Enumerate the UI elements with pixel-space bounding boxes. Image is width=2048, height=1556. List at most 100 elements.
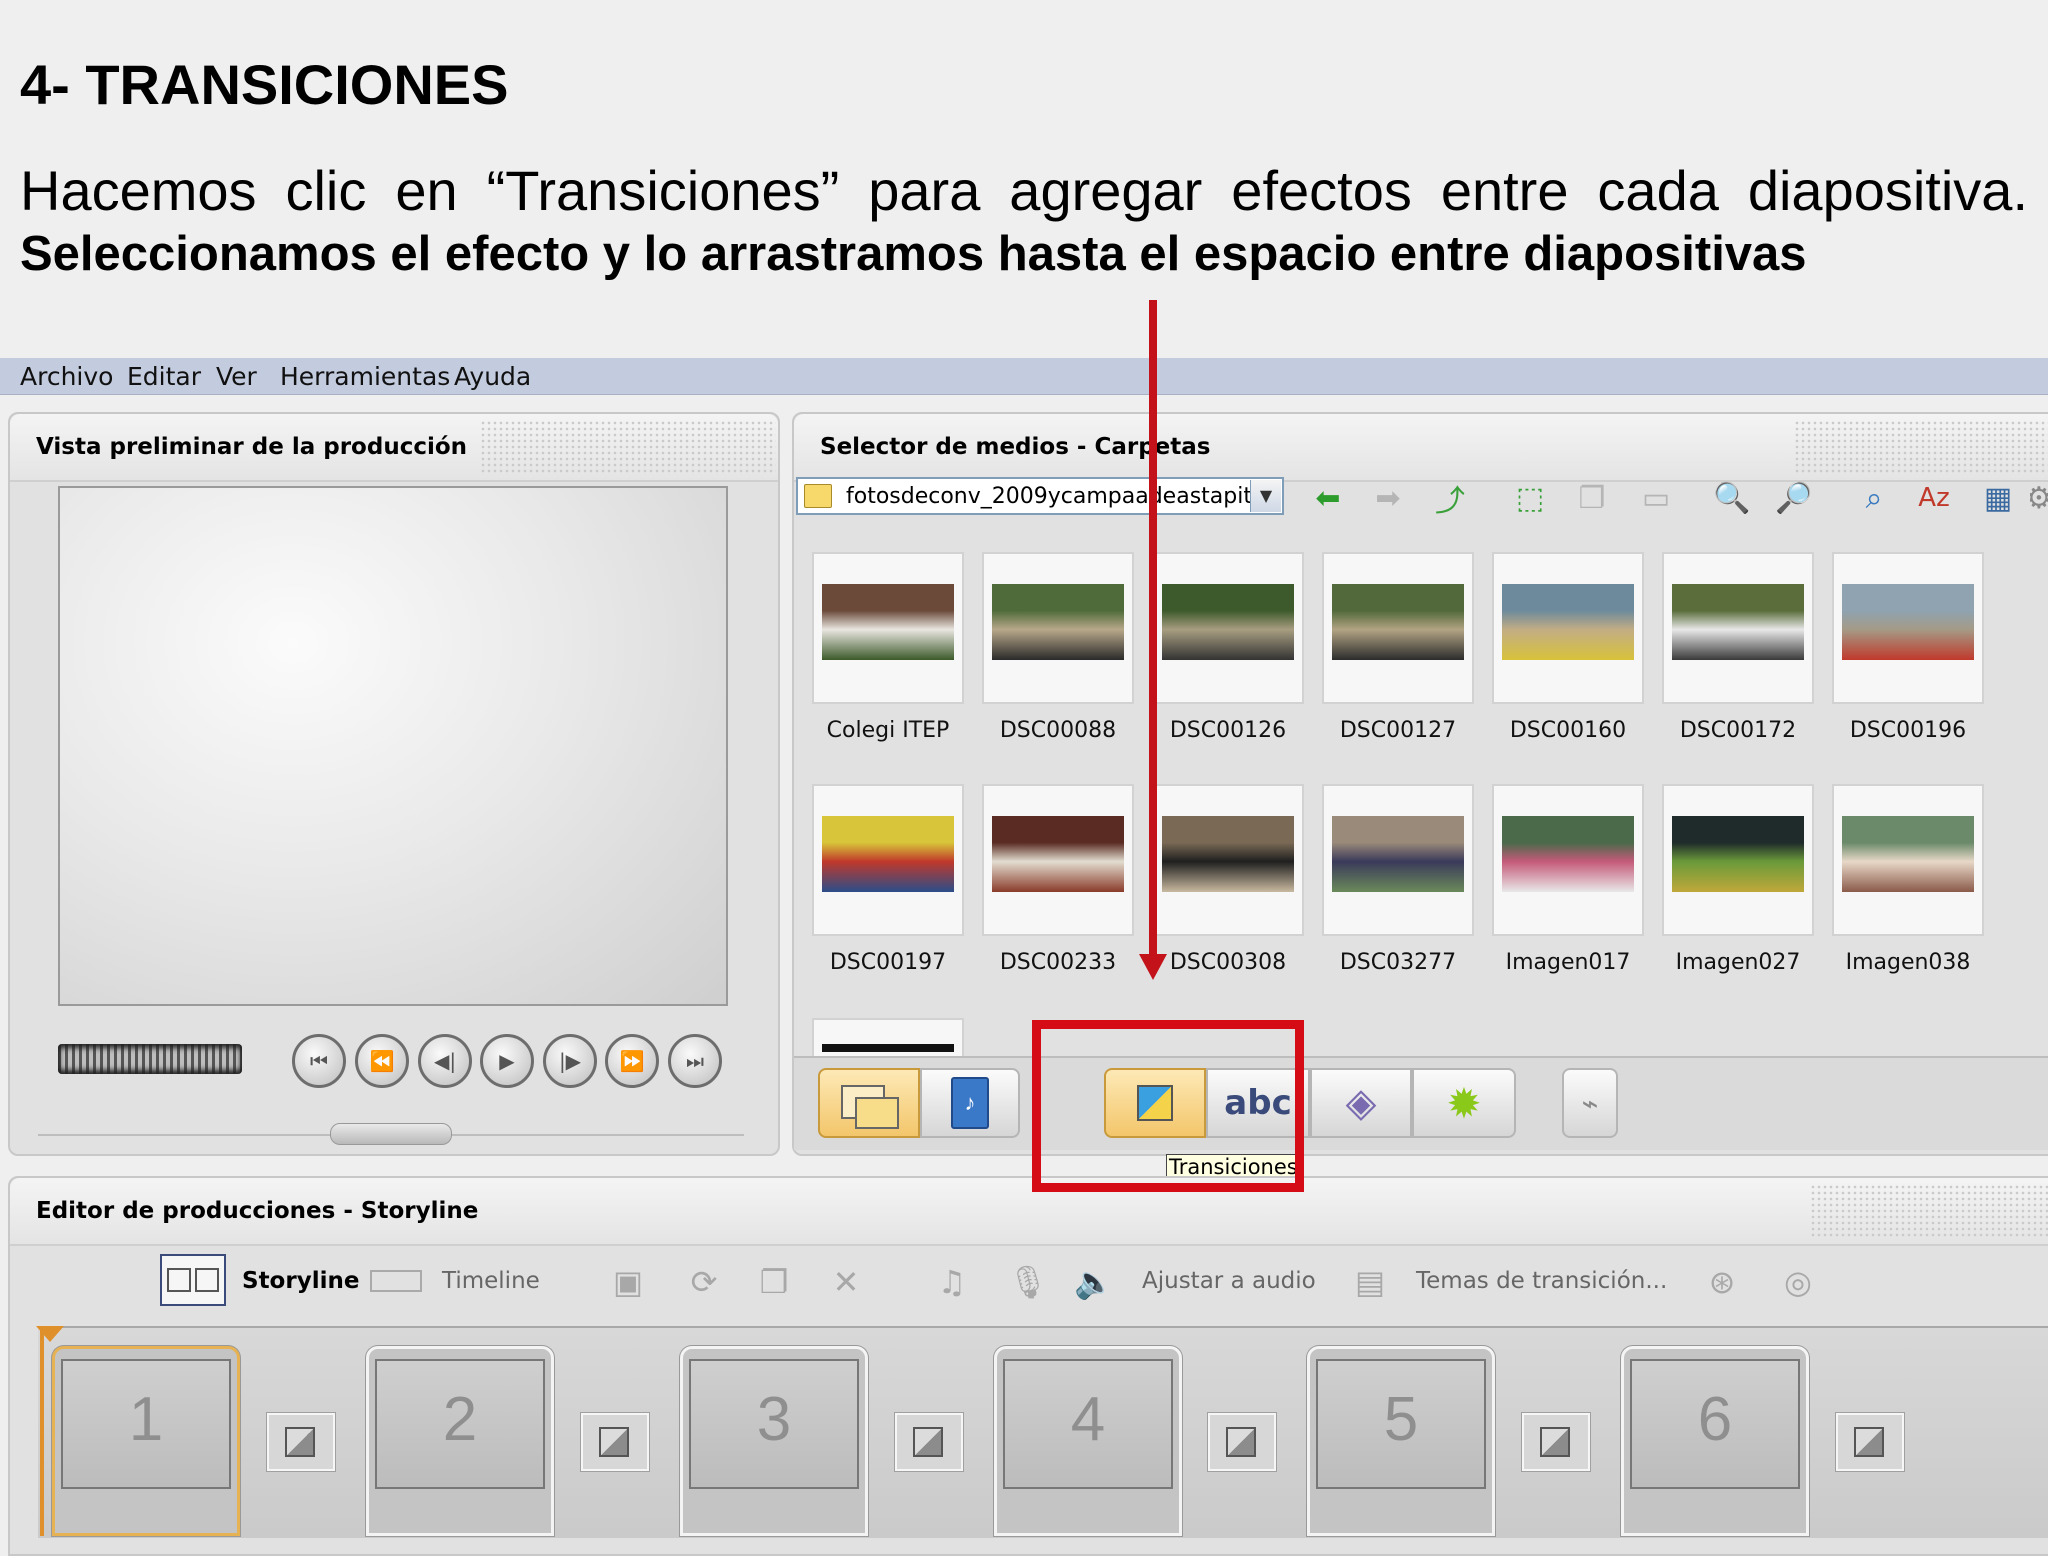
timeline-icon[interactable] [370,1270,422,1292]
thumbnail-label: Colegi ITEP [826,718,950,743]
transition-slot[interactable] [581,1413,649,1471]
timeline-label[interactable]: Timeline [442,1268,540,1294]
thumbnail-label: Imagen038 [1845,950,1971,975]
storyline-slot[interactable]: 4 [994,1346,1182,1536]
thumbnail-label: DSC00197 [829,950,947,975]
thumbnail-label: DSC00127 [1339,718,1457,743]
thumbnail-label: Imagen027 [1675,950,1801,975]
menu-archivo[interactable]: Archivo [20,362,113,391]
add-music-icon[interactable]: ♫ [928,1258,976,1306]
capture-button[interactable]: ⌁ [1562,1068,1618,1138]
storyline-label[interactable]: Storyline [242,1268,359,1294]
media-thumbnail[interactable] [1492,784,1644,936]
select-all-icon[interactable]: ⬚ [1508,476,1552,520]
settings-icon[interactable]: ⚙ [2030,476,2048,520]
transition-slot[interactable] [1522,1413,1590,1471]
back-arrow-icon[interactable]: ⬅ [1306,476,1350,520]
menubar: Archivo Editar Ver Herramientas Ayuda [0,358,2048,395]
thumbnail-image [1502,816,1634,892]
media-thumbnail[interactable] [1322,784,1474,936]
storyline-slot[interactable]: 2 [366,1346,554,1536]
annotation-arrow-shaft [1149,300,1157,960]
zoom-in-icon[interactable]: 🔍 [1710,476,1754,520]
overlays-button[interactable]: ◈ [1310,1068,1412,1138]
sort-az-icon[interactable]: Az [1912,476,1956,520]
transition-slot[interactable] [895,1413,963,1471]
header-texture [480,420,776,474]
media-thumbnail[interactable] [1492,552,1644,704]
media-thumbnail[interactable] [982,784,1134,936]
storyline-slot[interactable]: 3 [680,1346,868,1536]
details-view-icon[interactable]: ▦ [1976,476,2020,520]
slot-number: 6 [1630,1359,1800,1489]
zoom-out-icon[interactable]: 🔎 [1772,476,1816,520]
preview-panel-title: Vista preliminar de la producción [36,434,468,460]
forward-arrow-icon[interactable]: ➡ [1366,476,1410,520]
thumbnail-image [1842,816,1974,892]
transition-slot[interactable] [267,1413,335,1471]
storyline-icon [167,1268,191,1292]
media-thumbnail[interactable] [982,552,1134,704]
storyline-view-button[interactable] [160,1254,226,1306]
storyline-slot[interactable]: 6 [1621,1346,1809,1536]
media-thumbnail[interactable] [812,784,964,936]
effects-button[interactable]: ✹ [1412,1068,1516,1138]
media-thumbnail[interactable] [1832,784,1984,936]
folders-button[interactable] [818,1068,920,1138]
copy-icon[interactable]: ❐ [1570,476,1614,520]
media-selector-header: Selector de medios - Carpetas [794,414,2048,482]
thumbnail-label: DSC00126 [1169,718,1287,743]
transition-themes-icon[interactable]: ▤ [1346,1258,1394,1306]
preview-resize-handle[interactable] [330,1123,452,1145]
previous-frame-button[interactable]: ◀| [418,1034,472,1088]
transition-themes-label[interactable]: Temas de transición... [1416,1268,1667,1294]
rewind-button[interactable]: ⏪ [355,1034,409,1088]
film-reel-icon[interactable]: ⊛ [1698,1258,1746,1306]
speaker-icon[interactable]: 🔈 [1070,1258,1118,1306]
transition-slot[interactable] [1208,1413,1276,1471]
dropdown-arrow-icon[interactable]: ▼ [1250,480,1281,512]
media-thumbnail[interactable] [1322,552,1474,704]
dvd-icon[interactable]: ◎ [1774,1258,1822,1306]
rotate-icon[interactable]: ⟳ [680,1258,728,1306]
annotation-highlight-box [1032,1020,1304,1192]
playhead-marker-icon[interactable] [36,1326,64,1342]
partial-thumbnail[interactable] [812,1018,964,1058]
last-frame-button[interactable]: ⏭ [668,1034,722,1088]
view-icon[interactable]: ▭ [1634,476,1678,520]
first-frame-button[interactable]: ⏮ [292,1034,346,1088]
transition-slot[interactable] [1836,1413,1904,1471]
media-thumbnail[interactable] [1152,552,1304,704]
fit-to-audio-label[interactable]: Ajustar a audio [1142,1268,1316,1294]
playhead-line[interactable] [40,1326,44,1536]
thumbnail-label: Imagen017 [1505,950,1631,975]
audio-library-button[interactable]: ♪ [920,1068,1020,1138]
menu-editar[interactable]: Editar [127,362,201,391]
menu-ver[interactable]: Ver [216,362,257,391]
folder-up-icon[interactable]: ⤴ [1428,476,1472,520]
jog-wheel[interactable] [58,1044,242,1074]
media-thumbnail[interactable] [812,552,964,704]
thumbnail-image [1842,584,1974,660]
delete-icon[interactable]: ✕ [822,1258,870,1306]
media-thumbnail[interactable] [1152,784,1304,936]
thumbnail-image [992,816,1124,892]
folder-path: fotosdeconv_2009ycampaadeastapitas [846,484,1277,509]
slide-instruction-line1: Hacemos clic en “Transiciones” para agre… [20,159,2028,222]
duplicate-icon[interactable]: ❐ [750,1258,798,1306]
media-thumbnail[interactable] [1662,552,1814,704]
fast-forward-button[interactable]: ⏩ [605,1034,659,1088]
microphone-icon[interactable]: 🎙 [1004,1258,1052,1306]
media-thumbnail[interactable] [1832,552,1984,704]
edit-slide-icon[interactable]: ▣ [604,1258,652,1306]
thumbnail-image [1672,816,1804,892]
thumbnail-label: DSC00308 [1169,950,1287,975]
media-thumbnail[interactable] [1662,784,1814,936]
play-button[interactable]: ▶ [480,1034,534,1088]
menu-herramientas[interactable]: Herramientas [280,362,450,391]
next-frame-button[interactable]: |▶ [543,1034,597,1088]
storyline-slot[interactable]: 1 [52,1346,240,1536]
menu-ayuda[interactable]: Ayuda [454,362,531,391]
search-icon[interactable]: ⌕ [1852,476,1896,520]
storyline-slot[interactable]: 5 [1307,1346,1495,1536]
